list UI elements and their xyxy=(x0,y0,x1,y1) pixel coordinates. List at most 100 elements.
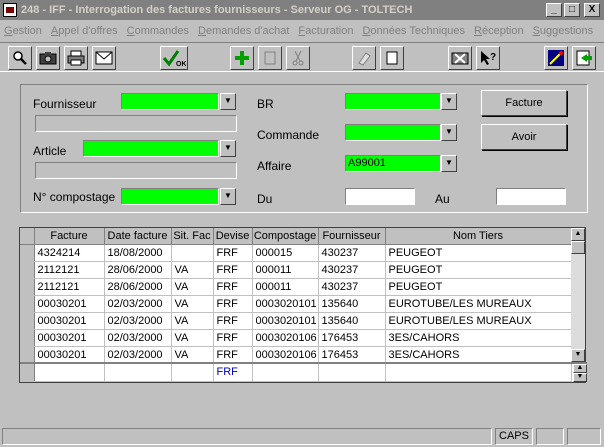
new-entry-table-row[interactable]: FRF xyxy=(20,364,572,382)
scissors-icon xyxy=(292,50,304,66)
menu-facturation[interactable]: Facturation xyxy=(298,25,353,37)
menu-donnees-techniques[interactable]: Données Techniques xyxy=(362,25,465,37)
new-row-scroll-down-button[interactable]: ▼ xyxy=(573,373,587,382)
search-criteria-panel: Fournisseur ▼ Article ▼ N° compostage ▼ … xyxy=(20,84,588,213)
calculator-button[interactable] xyxy=(448,46,472,70)
svg-text:OK: OK xyxy=(176,61,186,67)
article-field[interactable] xyxy=(83,140,219,157)
new-cell-compostage[interactable] xyxy=(252,364,319,382)
status-indicator-3 xyxy=(567,428,601,445)
column-header-sit-fac[interactable]: Sit. Fac xyxy=(171,228,214,245)
cell-date-facture: 02/03/2000 xyxy=(104,329,172,347)
column-header-facture[interactable]: Facture xyxy=(34,228,105,245)
scroll-down-button[interactable]: ▼ xyxy=(571,349,585,362)
cut-button[interactable] xyxy=(286,46,310,70)
cell-facture: 00030201 xyxy=(34,329,105,347)
affaire-field[interactable]: A99001 xyxy=(345,155,441,172)
grid-vertical-scrollbar[interactable]: ▲ ▼ xyxy=(571,228,585,362)
br-field[interactable] xyxy=(345,93,441,110)
menu-commandes[interactable]: Commandes xyxy=(127,25,189,37)
blank-button[interactable] xyxy=(258,46,282,70)
close-button[interactable]: X xyxy=(584,3,600,17)
table-row[interactable]: 00030201 02/03/2000 VA FRF 0003020101 13… xyxy=(20,312,572,330)
new-row-scrollbar[interactable]: ▲ ▼ xyxy=(573,364,587,382)
cell-date-facture: 02/03/2000 xyxy=(104,312,172,330)
column-header-fournisseur[interactable]: Fournisseur xyxy=(318,228,386,245)
table-row[interactable]: 00030201 02/03/2000 VA FRF 0003020101 13… xyxy=(20,295,572,313)
column-header-compostage[interactable]: Compostage xyxy=(252,228,319,245)
row-selector[interactable] xyxy=(20,278,35,296)
cell-fournisseur: 135640 xyxy=(318,312,386,330)
table-row[interactable]: 00030201 02/03/2000 VA FRF 0003020106 17… xyxy=(20,329,572,347)
commande-dropdown-button[interactable]: ▼ xyxy=(441,124,457,141)
exit-button[interactable] xyxy=(572,46,596,70)
table-row[interactable]: 2112121 28/06/2000 VA FRF 000011 430237 … xyxy=(20,261,572,279)
new-cell-date-facture[interactable] xyxy=(104,364,172,382)
camera-button[interactable] xyxy=(36,46,60,70)
minimize-button[interactable]: _ xyxy=(546,3,562,17)
column-header-nom-tiers[interactable]: Nom Tiers xyxy=(385,228,572,245)
facture-button[interactable]: Facture xyxy=(481,90,567,116)
print-button[interactable] xyxy=(64,46,88,70)
maximize-button[interactable]: □ xyxy=(564,3,580,17)
row-selector[interactable] xyxy=(20,346,35,364)
mail-button[interactable] xyxy=(92,46,116,70)
compostage-field[interactable] xyxy=(121,188,219,205)
affaire-dropdown-button[interactable]: ▼ xyxy=(441,155,457,172)
add-button[interactable] xyxy=(230,46,254,70)
date-to-field[interactable] xyxy=(496,188,566,205)
article-dropdown-button[interactable]: ▼ xyxy=(220,140,236,157)
cell-facture: 4324214 xyxy=(34,244,105,262)
cell-facture: 00030201 xyxy=(34,312,105,330)
menu-demandes-achat[interactable]: Demandes d'achat xyxy=(198,25,289,37)
menu-suggestions[interactable]: Suggestions xyxy=(533,25,594,37)
scroll-up-button[interactable]: ▲ xyxy=(571,228,585,241)
cell-fournisseur: 135640 xyxy=(318,295,386,313)
blank-page-icon xyxy=(264,51,276,65)
fournisseur-field[interactable] xyxy=(121,93,219,110)
avoir-button[interactable]: Avoir xyxy=(481,124,567,150)
table-row[interactable]: 2112121 28/06/2000 VA FRF 000011 430237 … xyxy=(20,278,572,296)
column-header-date-facture[interactable]: Date facture xyxy=(104,228,172,245)
compostage-dropdown-button[interactable]: ▼ xyxy=(220,188,236,205)
scroll-thumb[interactable] xyxy=(571,241,585,254)
new-cell-sit-fac[interactable] xyxy=(171,364,214,382)
new-row-scroll-up-button[interactable]: ▲ xyxy=(573,364,587,373)
help-button[interactable]: ? xyxy=(476,46,500,70)
new-cell-fournisseur[interactable] xyxy=(318,364,386,382)
row-selector[interactable] xyxy=(20,244,35,262)
row-selector[interactable] xyxy=(20,329,35,347)
search-button[interactable] xyxy=(8,46,32,70)
ok-button[interactable]: OK xyxy=(160,46,188,70)
row-selector[interactable] xyxy=(20,261,35,279)
date-from-field[interactable] xyxy=(345,188,415,205)
erase-button[interactable] xyxy=(352,46,376,70)
row-selector[interactable] xyxy=(20,295,35,313)
menu-gestion[interactable]: Gestion xyxy=(4,25,42,37)
cell-nom-tiers: EUROTUBE/LES MUREAUX xyxy=(385,312,572,330)
new-button[interactable] xyxy=(380,46,404,70)
cell-fournisseur: 430237 xyxy=(318,244,386,262)
dropdown-arrow-icon: ▼ xyxy=(224,191,232,200)
menu-reception[interactable]: Réception xyxy=(474,25,524,37)
new-cell-nom-tiers[interactable] xyxy=(385,364,572,382)
commande-field[interactable] xyxy=(345,124,441,141)
cell-nom-tiers: PEUGEOT xyxy=(385,278,572,296)
fournisseur-dropdown-button[interactable]: ▼ xyxy=(220,93,236,110)
column-header-devise[interactable]: Devise xyxy=(213,228,253,245)
down-arrow-icon: ▼ xyxy=(574,351,582,358)
new-cell-facture[interactable] xyxy=(34,364,105,382)
menu-appel-offres[interactable]: Appel d'offres xyxy=(51,25,118,37)
exit-icon xyxy=(576,50,592,66)
table-row[interactable]: 4324214 18/08/2000 FRF 000015 430237 PEU… xyxy=(20,244,572,262)
cell-sit-fac xyxy=(171,244,214,262)
new-cell-devise[interactable]: FRF xyxy=(213,364,253,382)
row-selector[interactable] xyxy=(20,312,35,330)
app-icon[interactable] xyxy=(3,3,17,17)
wizard-button[interactable] xyxy=(544,46,568,70)
br-dropdown-button[interactable]: ▼ xyxy=(441,93,457,110)
row-selector[interactable] xyxy=(20,364,35,382)
cell-compostage: 0003020106 xyxy=(252,346,319,364)
table-row[interactable]: 00030201 02/03/2000 VA FRF 0003020106 17… xyxy=(20,346,572,364)
fournisseur-name-display xyxy=(35,115,237,132)
